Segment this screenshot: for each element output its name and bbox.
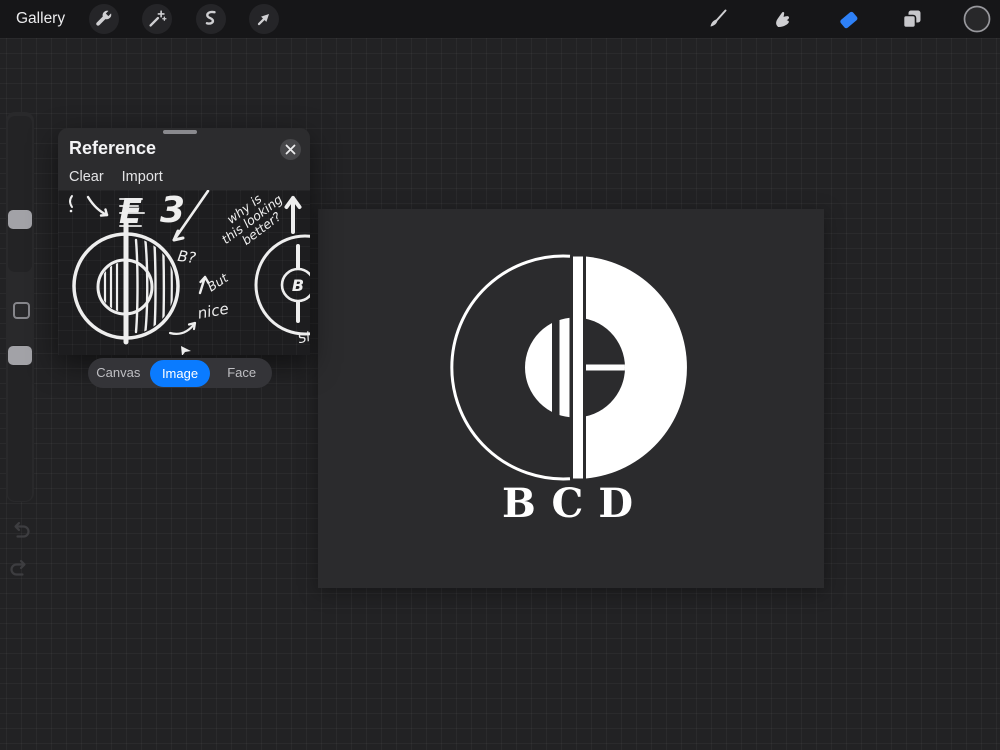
transform-button[interactable] [249, 4, 279, 34]
sketch-note: why is this looking better? [211, 190, 293, 257]
brush-size-handle[interactable] [8, 210, 32, 229]
paint-tool-button[interactable] [704, 5, 732, 33]
close-button[interactable] [280, 139, 301, 160]
undo-arrow-icon [8, 518, 32, 542]
sketch-nice: nice [196, 300, 230, 323]
tab-canvas[interactable]: Canvas [88, 358, 149, 388]
brush-size-slider[interactable] [8, 116, 32, 272]
logo-wordmark: BCD [502, 480, 648, 527]
bcd-logo: BCD [318, 209, 824, 588]
sketch-cursor-arrow [181, 346, 191, 355]
top-toolbar: Gallery [0, 0, 1000, 38]
paint-brush-icon [706, 7, 730, 31]
sketch-si: Si [297, 330, 310, 348]
sketch-b-letter: B [292, 276, 304, 295]
smudge-tool-button[interactable] [769, 5, 797, 33]
redo-arrow-icon [8, 556, 32, 580]
sketch-number-three: 3 [160, 190, 185, 231]
smudge-icon [771, 7, 795, 31]
import-button[interactable]: Import [122, 169, 163, 185]
undo-button[interactable] [8, 518, 32, 542]
reference-sketch: E 3 why is this looking better? [58, 190, 310, 355]
close-x-icon [285, 144, 296, 155]
eraser-tool-button[interactable] [834, 5, 862, 33]
reference-actions: Clear Import [69, 169, 163, 185]
magic-wand-icon [146, 8, 168, 30]
wrench-icon [93, 8, 115, 30]
selection-button[interactable] [196, 4, 226, 34]
opacity-slider[interactable] [8, 345, 32, 501]
eraser-icon [835, 6, 861, 32]
reference-panel: Reference Clear Import E 3 why is t [58, 128, 310, 355]
drag-handle[interactable] [163, 130, 197, 134]
opacity-handle[interactable] [8, 346, 32, 365]
sketch-b-question: B? [176, 247, 197, 267]
color-swatch-icon [963, 5, 991, 33]
brush-sidebar [6, 112, 34, 502]
layers-icon [900, 7, 924, 31]
layers-button[interactable] [898, 5, 926, 33]
color-button[interactable] [962, 4, 992, 34]
modify-button[interactable] [13, 302, 30, 319]
reference-mode-tabs: Canvas Image Face [88, 358, 272, 388]
reference-image[interactable]: E 3 why is this looking better? [58, 190, 310, 355]
adjustments-button[interactable] [142, 4, 172, 34]
redo-button[interactable] [8, 556, 32, 580]
tab-face[interactable]: Face [211, 358, 272, 388]
logo-left-arc [452, 256, 570, 479]
reference-title: Reference [69, 138, 156, 159]
actions-button[interactable] [89, 4, 119, 34]
clear-button[interactable]: Clear [69, 169, 104, 185]
gallery-button[interactable]: Gallery [16, 0, 65, 38]
sketch-but: But [204, 270, 231, 295]
transform-arrow-icon [253, 8, 275, 30]
tab-image[interactable]: Image [150, 360, 211, 387]
drawing-canvas[interactable]: BCD [318, 209, 824, 588]
logo-stem [573, 257, 583, 479]
procreate-workspace: { "topbar": { "gallery_label": "Gallery"… [0, 0, 1000, 750]
selection-s-icon [200, 8, 222, 30]
